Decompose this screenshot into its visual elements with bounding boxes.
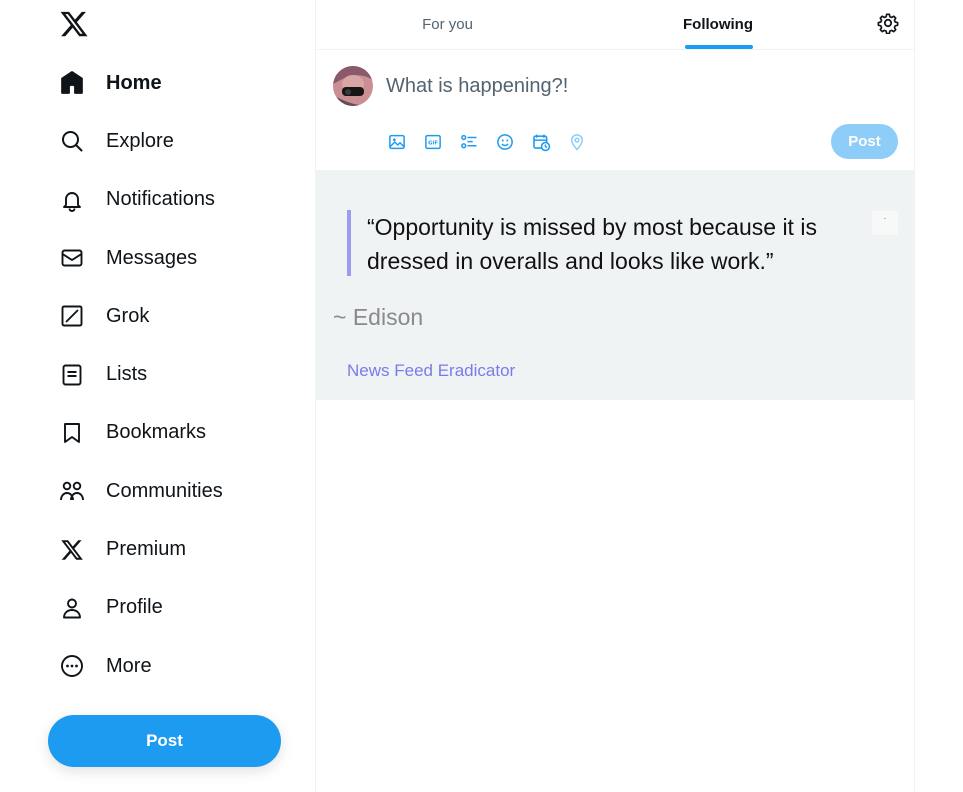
bell-icon bbox=[59, 187, 85, 213]
nav-label: Premium bbox=[106, 538, 187, 561]
nav-label: Lists bbox=[106, 363, 148, 386]
nav-explore[interactable]: Explore bbox=[46, 112, 223, 170]
image-icon[interactable] bbox=[386, 131, 408, 153]
home-icon bbox=[59, 70, 85, 96]
nav-communities[interactable]: Communities bbox=[46, 462, 223, 520]
nav-grok[interactable]: Grok bbox=[46, 287, 223, 345]
avatar[interactable] bbox=[333, 66, 373, 106]
compose-toolbar: GIF bbox=[386, 131, 602, 153]
nav-label: Profile bbox=[106, 596, 163, 619]
quote-source-link[interactable]: News Feed Eradicator bbox=[347, 361, 515, 381]
nav-label: Messages bbox=[106, 246, 198, 269]
emoji-icon[interactable] bbox=[494, 131, 516, 153]
quote-accent-bar bbox=[347, 210, 351, 276]
nav-messages[interactable]: Messages bbox=[46, 229, 223, 287]
person-icon bbox=[59, 595, 85, 621]
compose-input[interactable] bbox=[386, 72, 826, 100]
location-icon bbox=[566, 131, 588, 153]
x-logo-icon[interactable] bbox=[59, 9, 89, 39]
search-icon bbox=[59, 128, 85, 154]
quote-settings-glyph: · bbox=[883, 213, 887, 223]
grok-icon bbox=[59, 303, 85, 329]
gear-icon[interactable] bbox=[877, 12, 899, 35]
nav-notifications[interactable]: Notifications bbox=[46, 171, 223, 229]
tab-for-you[interactable]: For you bbox=[316, 0, 579, 49]
post-button[interactable]: Post bbox=[48, 715, 281, 767]
quote-panel: “Opportunity is missed by most because i… bbox=[316, 170, 915, 400]
quote-author: ~ Edison bbox=[333, 304, 424, 330]
nav-home[interactable]: Home bbox=[46, 54, 223, 112]
main-column: For you Following GIF bbox=[315, 0, 915, 792]
sidebar: Home Explore Notifications Messages Grok bbox=[0, 0, 316, 792]
envelope-icon bbox=[59, 245, 85, 271]
nav-bookmarks[interactable]: Bookmarks bbox=[46, 404, 223, 462]
poll-icon[interactable] bbox=[458, 131, 480, 153]
people-icon bbox=[59, 478, 85, 504]
nav-label: Home bbox=[106, 71, 162, 94]
quote-text: “Opportunity is missed by most because i… bbox=[367, 214, 817, 274]
active-tab-indicator bbox=[685, 45, 753, 49]
timeline-tabs: For you Following bbox=[316, 0, 915, 50]
primary-nav: Home Explore Notifications Messages Grok bbox=[46, 54, 223, 695]
nav-label: Explore bbox=[106, 129, 174, 152]
tab-label: Following bbox=[683, 16, 753, 33]
x-logo-icon bbox=[59, 537, 85, 563]
compose-post-button[interactable]: Post bbox=[831, 124, 898, 159]
more-circle-icon bbox=[59, 653, 85, 679]
nav-label: Grok bbox=[106, 304, 150, 327]
nav-label: Notifications bbox=[106, 188, 215, 211]
nav-profile[interactable]: Profile bbox=[46, 579, 223, 637]
list-icon bbox=[59, 362, 85, 388]
gif-icon[interactable]: GIF bbox=[422, 131, 444, 153]
nav-lists[interactable]: Lists bbox=[46, 345, 223, 403]
nav-label: Communities bbox=[106, 479, 223, 502]
tab-label: For you bbox=[422, 16, 473, 33]
bookmark-icon bbox=[59, 420, 85, 446]
nav-more[interactable]: More bbox=[46, 637, 223, 695]
quote-settings-button[interactable]: · bbox=[872, 211, 898, 235]
tab-following[interactable]: Following bbox=[579, 0, 857, 49]
nav-label: More bbox=[106, 654, 152, 677]
schedule-icon[interactable] bbox=[530, 131, 552, 153]
nav-premium[interactable]: Premium bbox=[46, 520, 223, 578]
nav-label: Bookmarks bbox=[106, 421, 207, 444]
svg-text:GIF: GIF bbox=[428, 140, 438, 146]
